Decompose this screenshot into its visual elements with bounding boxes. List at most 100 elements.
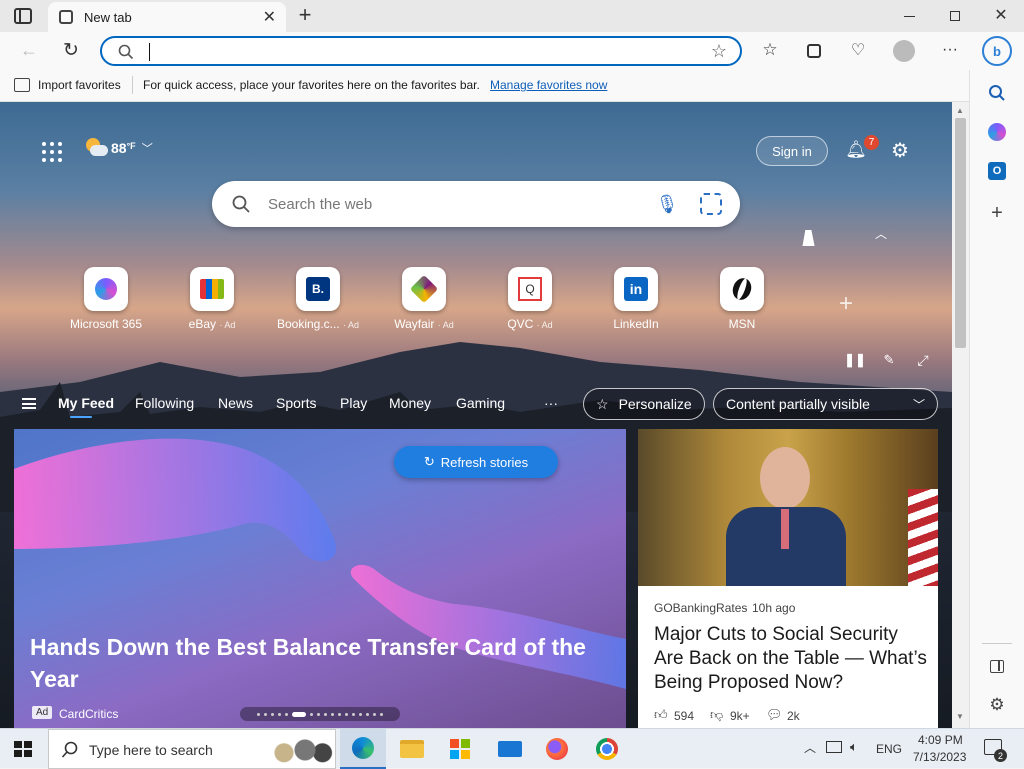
personalize-button[interactable]: ☆ Personalize [583,388,705,420]
tab-actions-icon[interactable] [14,8,32,24]
language-indicator[interactable]: ENG [876,742,902,756]
sidebar-settings-icon[interactable]: ⚙ [988,695,1006,714]
web-search-box[interactable]: Search the web 🎙︎ [212,181,740,227]
back-icon[interactable]: ← [18,38,40,62]
minimize-icon[interactable] [898,6,920,26]
sidebar-outlook-icon[interactable]: O [988,162,1006,180]
feed-menu-icon[interactable] [22,398,36,409]
hero-story-card[interactable]: ↻ Refresh stories Hands Down the Best Ba… [14,429,626,728]
close-window-icon[interactable]: ✕ [990,4,1012,26]
story-source: GOBankingRates [654,601,748,615]
msn-butterfly-icon [720,267,764,311]
bing-copilot-icon[interactable]: b [982,36,1012,66]
search-highlight-illustration [263,736,333,764]
tile-label: LinkedIn [613,317,659,331]
dislike-icon[interactable]: 👎︎ [710,707,723,723]
ad-tag: · Ad [437,320,454,330]
page-scrollbar[interactable]: ▲ ▼ [952,102,969,728]
divider [132,76,133,94]
weather-widget[interactable]: 88 °F ﹀ [84,138,153,158]
taskbar-search-box[interactable]: Type here to search [48,729,336,769]
tab-new-tab[interactable]: New tab ✕ [48,2,286,32]
booking-icon: B. [296,267,340,311]
search-icon [118,44,134,60]
hero-source: CardCritics [59,707,119,721]
volume-muted-icon[interactable]: 🔈︎ [850,739,858,755]
scrollbar-thumb[interactable] [955,118,966,348]
network-icon[interactable] [826,741,842,753]
tile-wayfair[interactable]: Wayfair · Ad [374,267,474,331]
refresh-stories-button[interactable]: ↻ Refresh stories [394,446,558,478]
nav-more-icon[interactable]: ··· [544,395,558,411]
linkedin-icon: in [614,267,658,311]
tile-linkedin[interactable]: in LinkedIn [586,267,686,331]
profile-avatar[interactable] [893,40,915,62]
title-bar: New tab ✕ + ✕ [0,0,1024,32]
sidebar-add-icon[interactable]: + [988,202,1006,224]
restore-icon[interactable] [944,6,966,26]
nav-play[interactable]: Play [340,395,367,411]
hide-sidebar-icon[interactable] [990,660,1004,673]
address-bar[interactable]: ☆ [100,36,742,66]
clock-time[interactable]: 4:09 PM [918,733,963,747]
nav-sports[interactable]: Sports [276,395,316,411]
taskbar-mail-icon[interactable] [498,741,522,757]
favorites-bar: Import favorites For quick access, place… [0,70,1024,102]
windows-start-icon[interactable] [14,741,32,757]
like-icon[interactable]: 👍︎ [654,707,668,723]
tile-microsoft-365[interactable]: Microsoft 365 [56,267,156,331]
tile-msn[interactable]: MSN [692,267,792,331]
tile-qvc[interactable]: Q QVC · Ad [480,267,580,331]
taskbar-chrome-icon[interactable] [596,738,618,760]
visual-search-icon[interactable] [700,193,722,215]
microphone-icon[interactable]: 🎙︎ [656,193,679,215]
scroll-down-arrow[interactable]: ▼ [956,712,964,721]
new-tab-icon[interactable]: + [294,2,316,27]
ad-tag: · Ad [536,320,553,330]
collapse-chevron-up-icon[interactable]: ︿ [872,226,890,241]
import-favorites-link[interactable]: Import favorites [38,78,121,92]
carousel-indicator[interactable] [240,707,400,721]
ebay-bag-icon [190,267,234,311]
collections-icon[interactable] [803,40,825,62]
taskbar-store-icon[interactable] [450,739,470,759]
clock-date[interactable]: 7/13/2023 [913,750,966,764]
apps-launcher-icon[interactable] [42,142,62,162]
nav-money[interactable]: Money [389,395,431,411]
manage-favorites-link[interactable]: Manage favorites now [490,78,607,92]
favorites-icon[interactable]: ☆ [758,38,782,62]
expand-background-icon[interactable]: ⤢ [914,352,932,368]
nav-gaming[interactable]: Gaming [456,395,505,411]
side-story-card[interactable]: GOBankingRates 10h ago · Major Cuts to S… [638,429,938,728]
content-visibility-dropdown[interactable]: Content partially visible ﹀ [713,388,938,420]
sign-in-button[interactable]: Sign in [756,136,828,166]
tile-booking[interactable]: B. Booking.c... · Ad [268,267,368,331]
taskbar-firefox-icon[interactable] [546,738,568,760]
story-headline[interactable]: Major Cuts to Social Security Are Back o… [654,623,930,695]
customize-background-icon[interactable]: ✎ [880,352,898,368]
refresh-icon[interactable]: ↻ [60,38,82,62]
close-tab-icon[interactable]: ✕ [263,7,276,27]
hero-headline[interactable]: Hands Down the Best Balance Transfer Car… [30,631,600,695]
browser-essentials-icon[interactable]: ♡ [846,38,870,62]
nav-following[interactable]: Following [135,395,194,411]
tile-ebay[interactable]: eBay · Ad [162,267,262,331]
settings-more-icon[interactable]: ··· [938,38,962,62]
comment-icon[interactable]: 💬︎ [766,707,783,723]
taskbar-edge-icon[interactable] [340,729,386,769]
microsoft-365-icon [84,267,128,311]
show-hidden-icons-icon[interactable]: ︿ [804,739,816,756]
add-shortcut-icon[interactable]: + [834,290,858,317]
pause-background-icon[interactable]: ❚❚ [844,352,866,368]
taskbar-file-explorer-icon[interactable] [400,740,424,758]
nav-news[interactable]: News [218,395,253,411]
sidebar-office-icon[interactable] [988,123,1006,141]
scroll-up-arrow[interactable]: ▲ [956,106,964,115]
nav-my-feed[interactable]: My Feed [58,395,114,411]
qvc-icon: Q [508,267,552,311]
favorite-star-icon[interactable]: ☆ [708,40,730,62]
refresh-stories-label: Refresh stories [440,454,529,470]
page-settings-gear-icon[interactable]: ⚙ [888,138,912,162]
sidebar-search-icon[interactable] [988,84,1006,102]
mouse-cursor [802,230,818,246]
